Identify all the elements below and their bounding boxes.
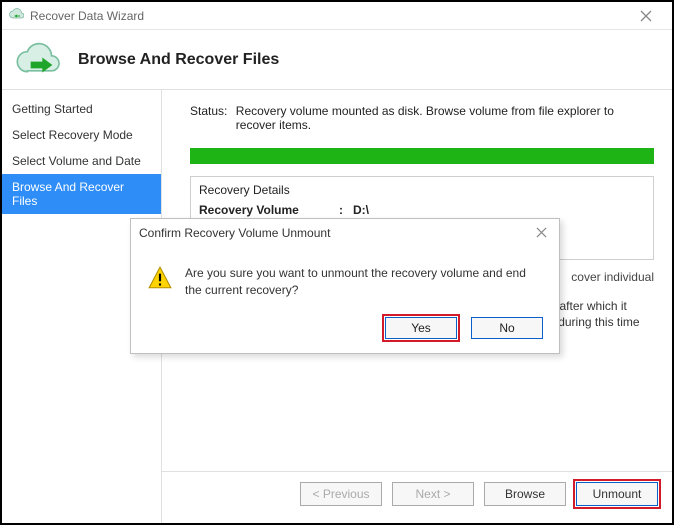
- page-header: Browse And Recover Files: [2, 30, 672, 90]
- colon: :: [339, 203, 353, 217]
- yes-button[interactable]: Yes: [385, 317, 457, 339]
- dialog-message: Are you sure you want to unmount the rec…: [185, 265, 543, 299]
- status-text: Recovery volume mounted as disk. Browse …: [236, 104, 654, 132]
- dialog-body: Are you sure you want to unmount the rec…: [131, 247, 559, 307]
- dialog-button-row: Yes No: [131, 307, 559, 353]
- progress-bar: [190, 148, 654, 164]
- titlebar: Recover Data Wizard: [2, 2, 672, 30]
- previous-button: < Previous: [300, 482, 382, 506]
- status-row: Status: Recovery volume mounted as disk.…: [190, 104, 654, 132]
- recovery-details-title: Recovery Details: [199, 183, 645, 197]
- dialog-close-button[interactable]: [532, 226, 551, 241]
- close-icon: [536, 227, 547, 238]
- cloud-restore-icon: [12, 40, 66, 80]
- status-label: Status:: [190, 104, 236, 132]
- sidebar-item-browse-and-recover-files[interactable]: Browse And Recover Files: [2, 174, 161, 214]
- sidebar-item-getting-started[interactable]: Getting Started: [2, 96, 161, 122]
- dialog-title: Confirm Recovery Volume Unmount: [139, 226, 330, 240]
- sidebar-item-select-recovery-mode[interactable]: Select Recovery Mode: [2, 122, 161, 148]
- recovery-volume-label: Recovery Volume: [199, 203, 339, 217]
- window-close-button[interactable]: [626, 3, 666, 29]
- no-button[interactable]: No: [471, 317, 543, 339]
- unmount-button[interactable]: Unmount: [576, 482, 658, 506]
- close-icon: [640, 10, 652, 22]
- window-title: Recover Data Wizard: [30, 9, 626, 23]
- recovery-volume-value: D:\: [353, 203, 369, 217]
- wizard-window: Recover Data Wizard Browse And Recover F…: [0, 0, 674, 525]
- recovery-volume-row: Recovery Volume : D:\: [199, 201, 645, 219]
- app-logo-icon: [8, 8, 24, 24]
- dialog-titlebar: Confirm Recovery Volume Unmount: [131, 219, 559, 247]
- sidebar-item-select-volume-and-date[interactable]: Select Volume and Date: [2, 148, 161, 174]
- page-title: Browse And Recover Files: [78, 51, 279, 69]
- warning-icon: [147, 265, 173, 291]
- next-button: Next >: [392, 482, 474, 506]
- browse-button[interactable]: Browse: [484, 482, 566, 506]
- wizard-footer: < Previous Next > Browse Unmount: [162, 471, 672, 515]
- confirm-unmount-dialog: Confirm Recovery Volume Unmount Are you …: [130, 218, 560, 354]
